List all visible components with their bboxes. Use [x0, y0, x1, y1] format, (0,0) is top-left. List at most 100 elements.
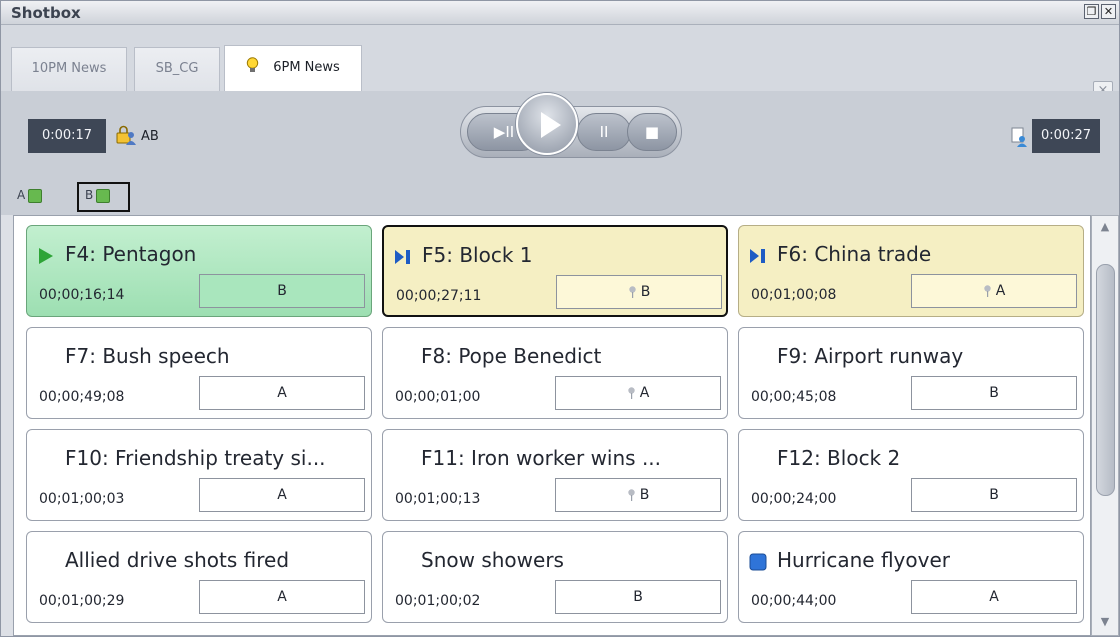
clip-title: Hurricane flyover: [777, 548, 950, 572]
pin-icon: [628, 286, 636, 298]
channel-a-label: A: [17, 188, 26, 202]
elapsed-time: 0:00:17: [28, 119, 106, 153]
clip-duration: 00;00;45;08: [751, 389, 837, 405]
clip-duration: 00;01;00;29: [39, 593, 125, 609]
channel-a-indicator[interactable]: A: [17, 185, 43, 205]
play-icon: [39, 248, 53, 264]
clip-card[interactable]: F4: Pentagon 00;00;16;14 B: [26, 225, 372, 317]
clip-card[interactable]: F9: Airport runway 00;00;45;08 B: [738, 327, 1084, 419]
ab-channel-row: A B: [1, 177, 1119, 215]
stop-button[interactable]: ■: [627, 113, 677, 151]
clip-channel-label: B: [989, 487, 999, 503]
clip-title: Allied drive shots fired: [65, 548, 290, 572]
pin-icon: [628, 387, 635, 399]
clip-title: F11: Iron worker wins ...: [421, 446, 662, 470]
clip-channel-selector[interactable]: A: [199, 580, 365, 614]
clip-channel-label: B: [633, 589, 643, 605]
owner-label: AB: [141, 129, 159, 144]
shotbox-window: Shotbox ❐ ✕ 10PM News SB_CG 6PM News × 0…: [0, 0, 1120, 637]
close-icon[interactable]: ✕: [1101, 4, 1116, 19]
clip-title: Snow showers: [421, 548, 564, 572]
tab-sb-cg[interactable]: SB_CG: [134, 47, 220, 93]
clip-channel-selector[interactable]: A: [199, 478, 365, 512]
clip-duration: 00;00;27;11: [396, 288, 482, 304]
clip-card[interactable]: Snow showers 00;01;00;02 B: [382, 531, 728, 623]
clip-grid: F4: Pentagon 00;00;16;14 B F5: Block 1 00;00…: [13, 215, 1091, 636]
clip-title: F12: Block 2: [777, 446, 901, 470]
clip-channel-selector[interactable]: B: [555, 478, 721, 512]
clip-channel-selector[interactable]: A: [911, 580, 1077, 614]
tab-10pm-news[interactable]: 10PM News: [11, 47, 127, 93]
clip-title: F4: Pentagon: [65, 242, 197, 266]
scroll-down-icon[interactable]: ▼: [1096, 615, 1114, 631]
clip-channel-selector[interactable]: B: [911, 478, 1077, 512]
clip-channel-label: A: [277, 487, 287, 503]
clip-channel-label: A: [989, 589, 999, 605]
clip-card[interactable]: F5: Block 1 00;00;27;11 B: [382, 225, 728, 317]
channel-b-indicator[interactable]: B: [85, 185, 111, 205]
clip-channel-label: B: [277, 283, 287, 299]
pause-button[interactable]: II: [577, 113, 631, 151]
clip-card[interactable]: Hurricane flyover 00;00;44;00 A: [738, 531, 1084, 623]
restore-icon[interactable]: ❐: [1084, 4, 1099, 19]
play-icon: [541, 112, 561, 138]
clip-title: F7: Bush speech: [65, 344, 230, 368]
clip-card[interactable]: F12: Block 2 00;00;24;00 B: [738, 429, 1084, 521]
vertical-scrollbar[interactable]: ▲ ▼: [1091, 215, 1119, 636]
window-title: Shotbox: [11, 4, 81, 22]
clip-channel-label: B: [640, 284, 651, 300]
transport-bar: 0:00:17 AB ▶II II ■ 0:00:27: [1, 91, 1119, 177]
clip-card[interactable]: F7: Bush speech 00;00;49;08 A: [26, 327, 372, 419]
tab-6pm-news[interactable]: 6PM News: [224, 45, 362, 93]
clip-title: F9: Airport runway: [777, 344, 964, 368]
clip-duration: 00;00;24;00: [751, 491, 837, 507]
clip-channel-label: A: [639, 385, 650, 401]
clip-channel-label: A: [277, 385, 287, 401]
lightbulb-icon: [247, 57, 259, 72]
clip-duration: 00;00;16;14: [39, 287, 125, 303]
clip-duration: 00;01;00;02: [395, 593, 481, 609]
pin-icon: [627, 489, 635, 501]
clip-duration: 00;00;49;08: [39, 389, 125, 405]
clip-card[interactable]: F11: Iron worker wins ... 00;01;00;13 B: [382, 429, 728, 521]
lock-user-icon: [116, 125, 136, 145]
clip-duration: 00;01;00;13: [395, 491, 481, 507]
pin-icon: [984, 285, 991, 297]
tab-strip: 10PM News SB_CG 6PM News ×: [1, 25, 1119, 101]
tab-label: 10PM News: [31, 61, 107, 76]
clip-channel-label: B: [639, 487, 650, 503]
clip-duration: 00;00;44;00: [751, 593, 837, 609]
clip-title: F5: Block 1: [422, 243, 533, 267]
title-bar: Shotbox ❐ ✕: [1, 1, 1119, 25]
channel-b-label: B: [85, 188, 94, 202]
tab-label: 6PM News: [273, 60, 340, 75]
clip-channel-selector[interactable]: A: [199, 376, 365, 410]
clip-channel-selector[interactable]: B: [555, 580, 721, 614]
clip-title: F8: Pope Benedict: [421, 344, 602, 368]
clip-title: F6: China trade: [777, 242, 932, 266]
clip-channel-selector[interactable]: A: [911, 274, 1077, 308]
clip-channel-label: A: [995, 283, 1006, 299]
clip-card[interactable]: F6: China trade 00;01;00;08 A: [738, 225, 1084, 317]
play-button[interactable]: [516, 93, 578, 155]
user-document-icon: [1011, 127, 1027, 147]
clip-channel-selector[interactable]: B: [199, 274, 365, 308]
clip-channel-selector[interactable]: A: [555, 376, 721, 410]
clip-card[interactable]: Allied drive shots fired 00;01;00;29 A: [26, 531, 372, 623]
scroll-up-icon[interactable]: ▲: [1096, 220, 1114, 236]
clip-channel-selector[interactable]: B: [556, 275, 722, 309]
square-icon: [749, 553, 767, 571]
clip-card[interactable]: F8: Pope Benedict 00;00;01;00 A: [382, 327, 728, 419]
tab-label: SB_CG: [155, 61, 199, 76]
cue-icon: [750, 249, 765, 263]
clip-duration: 00;01;00;08: [751, 287, 837, 303]
clip-title: F10: Friendship treaty si...: [65, 446, 326, 470]
scroll-thumb[interactable]: [1096, 264, 1115, 496]
clip-channel-selector[interactable]: B: [911, 376, 1077, 410]
clip-duration: 00;00;01;00: [395, 389, 481, 405]
channel-ready-icon: [28, 188, 43, 203]
clip-card[interactable]: F10: Friendship treaty si... 00;01;00;03 A: [26, 429, 372, 521]
channel-ready-icon: [96, 188, 111, 203]
clip-duration: 00;01;00;03: [39, 491, 125, 507]
clip-channel-label: B: [989, 385, 999, 401]
